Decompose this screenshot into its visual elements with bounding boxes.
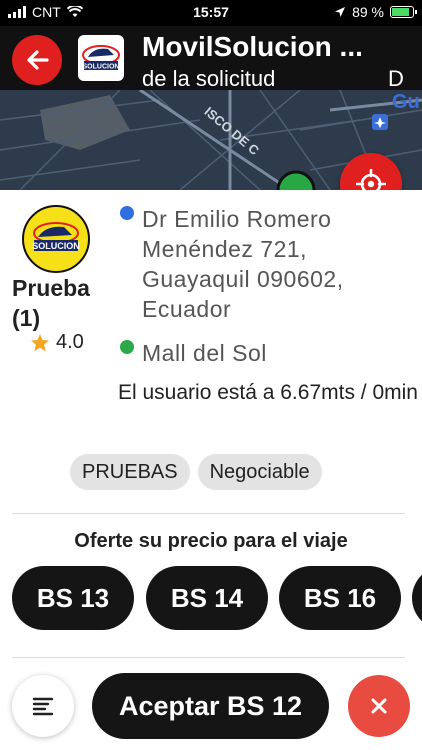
- page-subtitle: de la solicitud: [142, 66, 276, 90]
- battery-icon: [390, 6, 417, 18]
- page-subtitle-trailing: D: [388, 66, 404, 90]
- tag-chip: PRUEBAS: [70, 454, 190, 490]
- price-options[interactable]: BS 13 BS 14 BS 16: [12, 566, 422, 632]
- arrow-left-icon: [27, 50, 49, 70]
- location-arrow-icon: [335, 7, 346, 17]
- driver-rating: 4.0: [30, 331, 84, 354]
- driver-name: Prueba (1): [12, 275, 90, 331]
- menu-lines-icon: [32, 697, 54, 716]
- close-icon: [371, 698, 387, 714]
- price-option-button[interactable]: BS 16: [279, 566, 401, 630]
- page-title: MovilSolucion ...: [142, 31, 363, 62]
- app-header: SOLUCION MovilSolucion ... de la solicit…: [0, 26, 422, 90]
- destination-dot-icon: [120, 340, 134, 354]
- rating-value: 4.0: [56, 331, 84, 353]
- logo-text: SOLUCION: [83, 64, 120, 71]
- tag-list: PRUEBAS Negociable: [70, 454, 322, 490]
- tag-chip: Negociable: [197, 454, 322, 490]
- driver-avatar: SOLUCION: [22, 205, 90, 273]
- cancel-button[interactable]: [348, 675, 410, 737]
- destination-address-text: Mall del Sol: [142, 340, 267, 366]
- app-logo: SOLUCION: [78, 35, 124, 81]
- origin-address-text: Dr Emilio Romero Menéndez 721, Guayaquil…: [142, 206, 344, 322]
- star-icon: [31, 333, 49, 351]
- map-poi-label: Gu Jo Ol: [392, 91, 422, 113]
- back-button[interactable]: [12, 35, 62, 85]
- price-option-button[interactable]: BS 13: [12, 566, 134, 630]
- distance-info: El usuario está a 6.67mts / 0min: [118, 381, 418, 404]
- accept-button[interactable]: Aceptar BS 12: [92, 673, 329, 739]
- divider: [12, 513, 405, 514]
- price-option-button[interactable]: BS 14: [146, 566, 268, 630]
- status-bar: CNT 15:57 89 %: [0, 0, 422, 26]
- origin-dot-icon: [120, 206, 134, 220]
- menu-button[interactable]: [12, 675, 74, 737]
- battery-percent: 89 %: [352, 4, 384, 20]
- offer-title: Oferte su precio para el viaje: [74, 530, 348, 552]
- price-option-button[interactable]: [412, 566, 422, 630]
- avatar-logo-text: SOLUCION: [32, 241, 80, 251]
- divider: [12, 657, 405, 658]
